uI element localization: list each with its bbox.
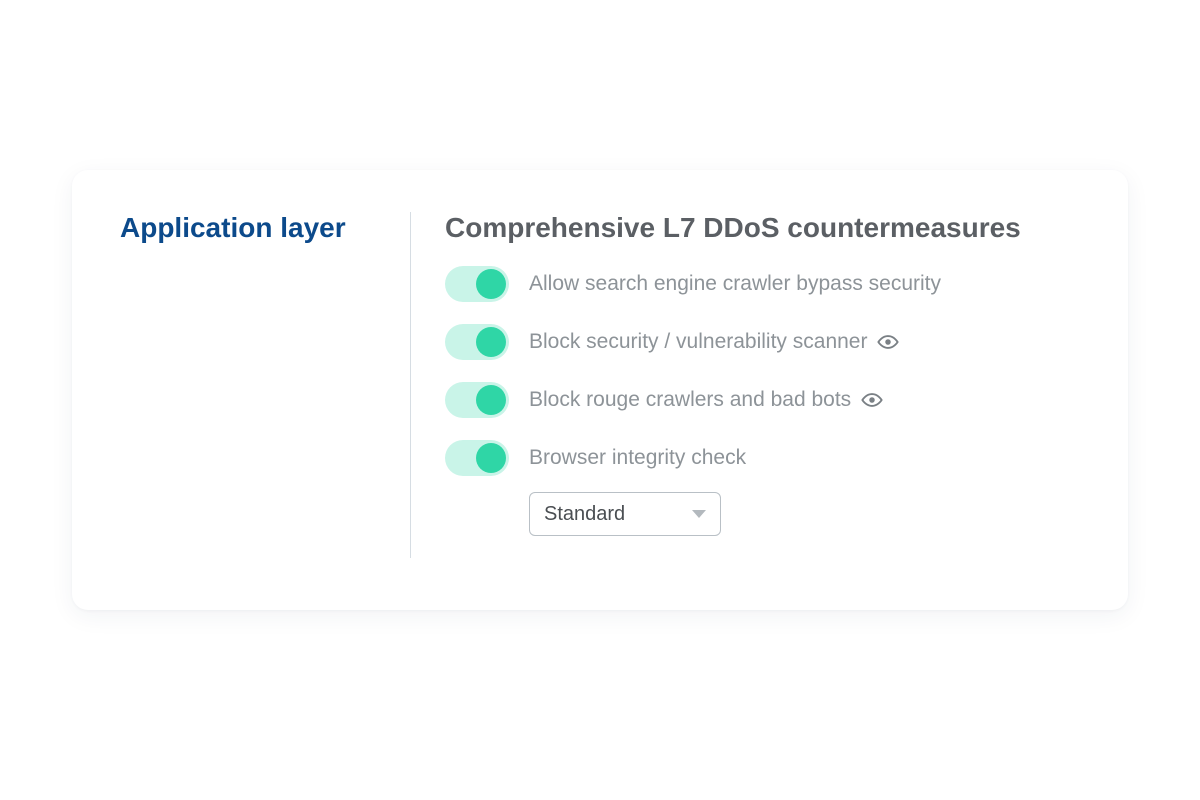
toggle-block-scanner[interactable] (445, 324, 509, 360)
setting-label: Allow search engine crawler bypass secur… (529, 272, 941, 296)
setting-label: Block security / vulnerability scanner (529, 330, 899, 354)
setting-row-allow-crawler: Allow search engine crawler bypass secur… (445, 266, 1080, 302)
setting-label-text: Block security / vulnerability scanner (529, 330, 867, 354)
setting-label-text: Block rouge crawlers and bad bots (529, 388, 851, 412)
setting-row-integrity-check: Browser integrity check (445, 440, 1080, 476)
setting-label: Browser integrity check (529, 446, 746, 470)
eye-icon[interactable] (861, 389, 883, 411)
setting-block-integrity: Browser integrity check Standard (445, 440, 1080, 536)
chevron-down-icon (692, 510, 706, 518)
toggle-integrity-check[interactable] (445, 440, 509, 476)
sidebar: Application layer (120, 212, 410, 558)
toggle-allow-crawler[interactable] (445, 266, 509, 302)
integrity-level-select[interactable]: Standard (529, 492, 721, 536)
select-value: Standard (544, 503, 625, 526)
setting-label-text: Browser integrity check (529, 446, 746, 470)
content-panel: Comprehensive L7 DDoS countermeasures Al… (445, 212, 1080, 558)
vertical-divider (410, 212, 411, 558)
setting-label-text: Allow search engine crawler bypass secur… (529, 272, 941, 296)
eye-icon[interactable] (877, 331, 899, 353)
toggle-block-bots[interactable] (445, 382, 509, 418)
sidebar-title: Application layer (120, 212, 380, 244)
setting-row-block-bots: Block rouge crawlers and bad bots (445, 382, 1080, 418)
settings-card: Application layer Comprehensive L7 DDoS … (72, 170, 1128, 610)
content-title: Comprehensive L7 DDoS countermeasures (445, 212, 1080, 244)
setting-label: Block rouge crawlers and bad bots (529, 388, 883, 412)
setting-row-block-scanner: Block security / vulnerability scanner (445, 324, 1080, 360)
